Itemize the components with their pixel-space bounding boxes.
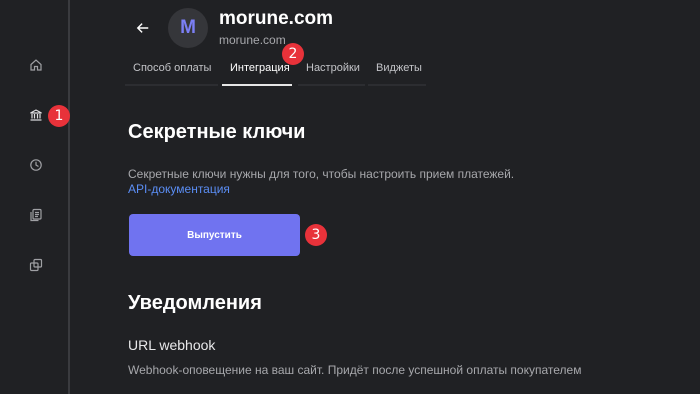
bank-icon[interactable]	[26, 105, 46, 125]
tab-widgets[interactable]: Виджеты	[368, 62, 426, 86]
webhook-label: URL webhook	[128, 337, 216, 353]
history-icon[interactable]	[26, 155, 46, 175]
tab-payment-method[interactable]: Способ оплаты	[125, 62, 218, 86]
tab-integration[interactable]: Интеграция	[222, 62, 292, 86]
step-badge-1: 1	[48, 105, 70, 127]
shop-title: morune.com	[219, 8, 334, 29]
arrow-left-icon	[136, 23, 149, 33]
issue-key-button[interactable]: Выпустить	[129, 214, 300, 256]
home-icon[interactable]	[26, 55, 46, 75]
copy-icon[interactable]	[26, 255, 46, 275]
webhook-description: Webhook-оповещение на ваш сайт. Придёт п…	[128, 363, 582, 377]
documents-icon[interactable]	[26, 205, 46, 225]
step-badge-3: 3	[305, 224, 327, 246]
sidebar	[0, 0, 70, 394]
back-button[interactable]	[132, 17, 154, 39]
shop-domain: morune.com	[219, 33, 286, 47]
secret-keys-title: Секретные ключи	[128, 121, 306, 143]
tab-settings[interactable]: Настройки	[298, 62, 365, 86]
avatar: M	[168, 8, 208, 48]
api-docs-link[interactable]: API-документация	[128, 182, 230, 196]
notifications-title: Уведомления	[128, 292, 262, 314]
secret-keys-description: Секретные ключи нужны для того, чтобы на…	[128, 167, 515, 181]
